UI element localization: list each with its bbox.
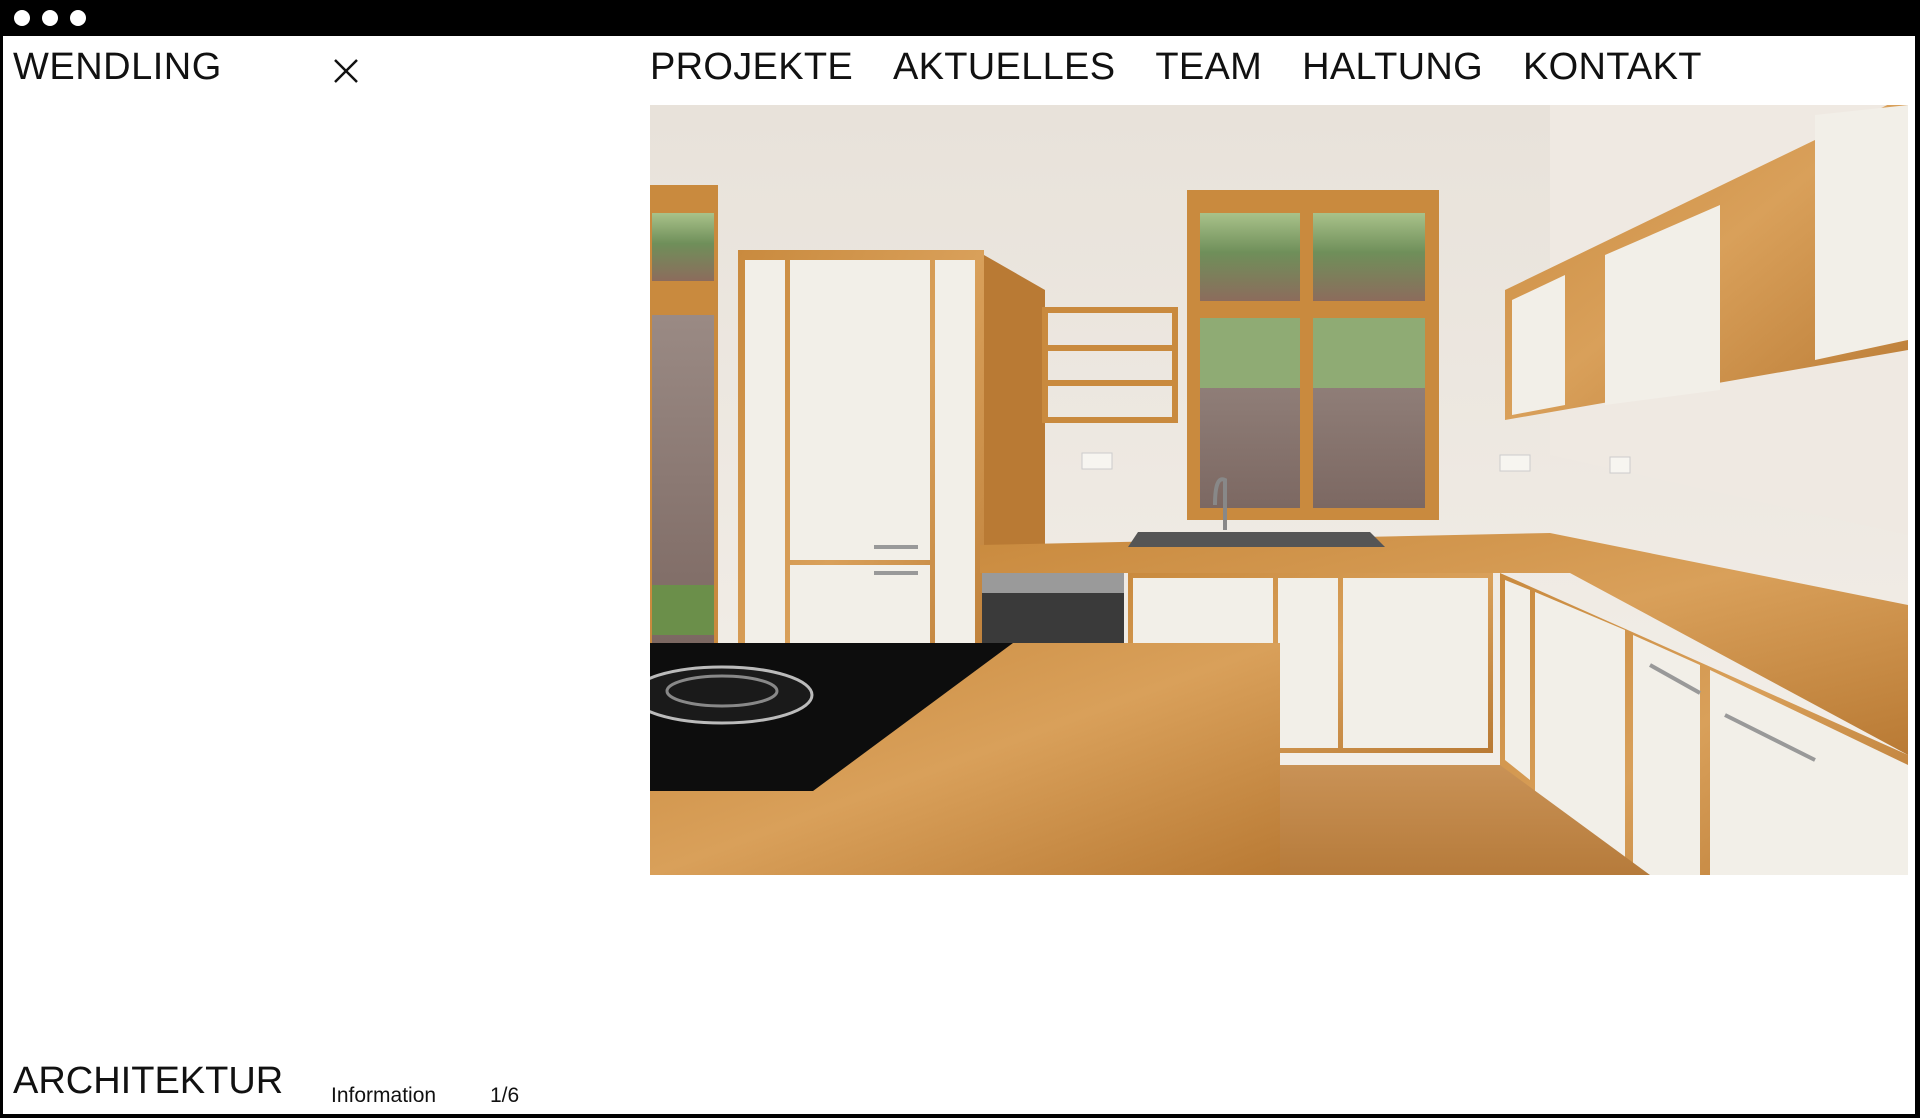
project-photo[interactable] xyxy=(650,105,1908,875)
nav-item-aktuelles[interactable]: AKTUELLES xyxy=(893,48,1115,86)
window-control-dot[interactable] xyxy=(14,10,30,26)
information-link[interactable]: Information xyxy=(331,1084,436,1108)
window-control-dot[interactable] xyxy=(42,10,58,26)
window-control-dot[interactable] xyxy=(70,10,86,26)
close-icon[interactable] xyxy=(331,56,361,86)
window-titlebar xyxy=(0,0,1920,36)
nav-item-projekte[interactable]: PROJEKTE xyxy=(650,48,853,86)
nav-item-team[interactable]: TEAM xyxy=(1155,48,1262,86)
nav-item-kontakt[interactable]: KONTAKT xyxy=(1523,48,1702,86)
project-category: ARCHITEKTUR xyxy=(13,1060,284,1102)
image-counter: 1/6 xyxy=(490,1084,520,1107)
site-logo[interactable]: WENDLING xyxy=(13,48,222,86)
nav-item-haltung[interactable]: HALTUNG xyxy=(1302,48,1483,86)
page: WENDLING PROJEKTE AKTUELLES TEAM HALTUNG… xyxy=(3,36,1915,1114)
main-nav: PROJEKTE AKTUELLES TEAM HALTUNG KONTAKT xyxy=(650,48,1702,86)
